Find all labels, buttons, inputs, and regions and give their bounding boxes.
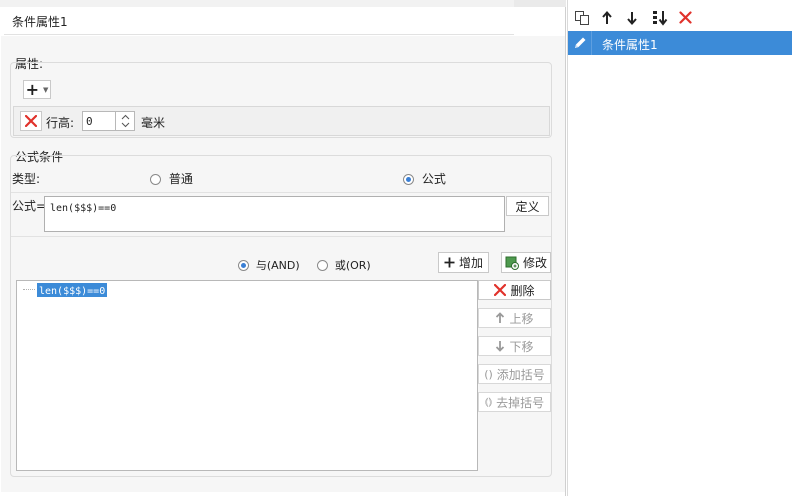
right-toolbar <box>568 8 794 30</box>
row-height-input[interactable]: 0 <box>82 111 116 131</box>
arrow-up-icon <box>496 312 505 323</box>
plus-icon: + <box>25 79 39 99</box>
stepper-down-icon[interactable] <box>121 122 130 128</box>
copy-button[interactable] <box>574 10 590 29</box>
top-strip <box>514 0 566 7</box>
close-icon <box>25 115 37 127</box>
add-button[interactable]: 增加 <box>438 252 489 273</box>
arrow-down-icon <box>627 12 637 26</box>
move-to-bottom-icon <box>653 11 668 26</box>
type-option-formula-label: 公式 <box>421 172 446 186</box>
move-up-item-button[interactable] <box>601 10 613 29</box>
dropdown-arrow-icon: ▼ <box>43 85 49 94</box>
define-button[interactable]: 定义 <box>506 196 549 216</box>
modify-icon <box>505 256 519 270</box>
arrow-down-icon <box>496 341 505 352</box>
close-icon <box>494 284 507 296</box>
type-option-normal[interactable]: 普通 <box>150 170 193 187</box>
list-item[interactable]: len($$$)==0 <box>37 283 108 297</box>
right-panel: 条件属性1 <box>567 0 799 496</box>
close-icon <box>679 11 692 24</box>
move-down-item-button[interactable] <box>626 10 638 29</box>
list-item[interactable]: 条件属性1 <box>568 31 792 55</box>
radio-normal[interactable] <box>150 174 161 185</box>
move-up-button[interactable]: 上移 <box>478 308 551 328</box>
radio-formula[interactable] <box>403 174 414 185</box>
delete-button[interactable]: 删除 <box>478 280 551 300</box>
attributes-group: + ▼ 行高: 0 毫米 <box>10 62 552 138</box>
left-panel: 条件属性1 属性: + ▼ 行高: 0 毫米 公式条件 类型: 普通 公式 公式… <box>0 0 566 496</box>
pencil-icon <box>575 37 586 48</box>
content-area: 属性: + ▼ 行高: 0 毫米 公式条件 类型: 普通 公式 公式= len(… <box>1 36 565 492</box>
remove-row-height-button[interactable] <box>20 111 42 131</box>
row-height-stepper[interactable] <box>115 111 135 131</box>
logic-option-and[interactable]: 与(AND) <box>238 257 300 273</box>
divider <box>11 236 551 237</box>
divider <box>11 192 551 193</box>
type-option-normal-label: 普通 <box>168 172 193 186</box>
radio-and[interactable] <box>238 260 249 271</box>
remove-bracket-icon: ⦅⦆ <box>484 395 493 408</box>
add-attribute-button[interactable]: + ▼ <box>23 80 51 99</box>
tree-connector <box>23 289 35 290</box>
top-strip-left <box>0 0 514 7</box>
formula-input[interactable]: len($$$)==0 <box>44 196 505 232</box>
row-height-label: 行高: <box>46 116 75 130</box>
condition-list[interactable]: len($$$)==0 <box>16 280 478 471</box>
delete-item-button[interactable] <box>679 11 692 27</box>
copy-icon <box>575 11 589 25</box>
logic-option-and-label: 与(AND) <box>255 259 300 272</box>
unit-label: 毫米 <box>141 116 166 130</box>
modify-button[interactable]: 修改 <box>501 252 551 273</box>
logic-option-or-label: 或(OR) <box>334 259 371 272</box>
move-to-bottom-button[interactable] <box>651 9 669 30</box>
radio-or[interactable] <box>317 260 328 271</box>
add-bracket-button[interactable]: () 添加括号 <box>478 364 551 384</box>
logic-option-or[interactable]: 或(OR) <box>317 257 371 273</box>
arrow-up-icon <box>602 10 612 24</box>
move-down-button[interactable]: 下移 <box>478 336 551 356</box>
stepper-up-icon[interactable] <box>121 114 130 120</box>
row-height-row: 行高: 0 毫米 <box>13 106 550 136</box>
formula-label: 公式= <box>12 199 47 213</box>
list-item-label: 条件属性1 <box>602 38 658 52</box>
edit-icon-box <box>568 31 592 55</box>
remove-bracket-button[interactable]: ⦅⦆ 去掉括号 <box>478 392 551 412</box>
title-tab[interactable]: 条件属性1 <box>4 7 514 35</box>
plus-icon <box>444 257 455 268</box>
type-label: 类型: <box>12 172 41 186</box>
bracket-icon: () <box>484 367 493 381</box>
type-option-formula[interactable]: 公式 <box>403 170 446 187</box>
panel-title: 条件属性1 <box>12 15 68 29</box>
